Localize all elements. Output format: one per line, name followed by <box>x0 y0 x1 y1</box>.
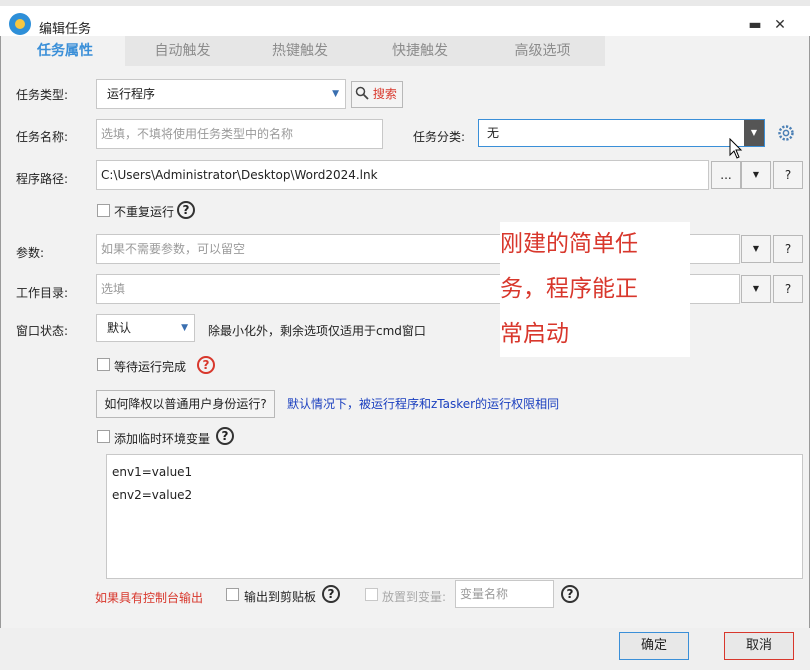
window-state-value: 默认 <box>107 321 132 335</box>
minimize-button[interactable]: ▬ <box>745 16 765 34</box>
task-type-value: 运行程序 <box>107 87 156 101</box>
program-path-label: 程序路径: <box>16 172 69 186</box>
params-placeholder: 如果不需要参数，可以留空 <box>101 242 246 256</box>
task-name-input[interactable]: 选填，不填将使用任务类型中的名称 <box>96 119 383 149</box>
add-env-help-icon[interactable]: ? <box>216 427 234 445</box>
window-state-hint: 除最小化外，剩余选项仅适用于cmd窗口 <box>208 324 426 338</box>
params-dropdown-button[interactable]: ▼ <box>741 235 771 263</box>
category-settings-gear-icon[interactable] <box>776 123 796 143</box>
add-env-checkbox[interactable] <box>97 430 110 443</box>
console-output-label: 如果具有控制台输出 <box>95 591 204 605</box>
wait-finish-help-icon[interactable]: ? <box>197 356 215 374</box>
workdir-dropdown-button[interactable]: ▼ <box>741 275 771 303</box>
add-env-label: 添加临时环境变量 <box>114 432 211 446</box>
annotation-line-2: 务，程序能正 <box>500 276 638 302</box>
task-type-label: 任务类型: <box>16 88 69 102</box>
env-line: env2=value2 <box>112 488 193 502</box>
clipboard-help-icon[interactable]: ? <box>322 585 340 603</box>
params-help-button[interactable]: ? <box>773 235 803 263</box>
workdir-label: 工作目录: <box>16 286 69 300</box>
task-type-select[interactable]: 运行程序 ▼ <box>96 79 346 109</box>
no-repeat-help-icon[interactable]: ? <box>177 201 195 219</box>
task-name-placeholder: 选填，不填将使用任务类型中的名称 <box>101 127 294 141</box>
params-label: 参数: <box>16 246 45 260</box>
clipboard-checkbox[interactable] <box>226 588 239 601</box>
annotation-box: 刚建的简单任 务，程序能正 常启动 <box>500 222 690 357</box>
var-name-input[interactable]: 变量名称 <box>455 580 554 608</box>
window-state-select[interactable]: 默认 ▼ <box>96 314 195 342</box>
browse-button[interactable]: ... <box>711 161 741 189</box>
window-title: 编辑任务 <box>39 22 92 37</box>
to-var-label: 放置到变量: <box>382 590 447 604</box>
path-dropdown-button[interactable]: ▼ <box>741 161 771 189</box>
ok-button[interactable]: 确定 <box>619 632 689 660</box>
annotation-line-1: 刚建的简单任 <box>500 231 638 257</box>
no-repeat-checkbox[interactable] <box>97 204 110 217</box>
annotation-line-3: 常启动 <box>500 321 569 347</box>
window-state-label: 窗口状态: <box>16 324 69 338</box>
search-button[interactable]: 搜索 <box>351 81 403 108</box>
search-label: 搜索 <box>372 87 397 101</box>
chevron-down-icon: ▼ <box>332 89 339 99</box>
env-line: env1=value1 <box>112 465 193 479</box>
close-button[interactable]: ✕ <box>770 16 790 34</box>
tab-quick-trigger[interactable]: 快捷触发 <box>360 36 480 66</box>
var-name-placeholder: 变量名称 <box>460 587 509 601</box>
downgrade-help-button[interactable]: 如何降权以普通用户身份运行? <box>96 390 275 418</box>
clipboard-label: 输出到剪贴板 <box>244 590 317 604</box>
app-logo-icon <box>9 13 31 35</box>
tab-advanced[interactable]: 高级选项 <box>480 36 605 66</box>
workdir-placeholder: 选填 <box>101 282 126 296</box>
to-var-checkbox[interactable] <box>365 588 378 601</box>
wait-finish-label: 等待运行完成 <box>114 360 187 374</box>
task-category-select[interactable]: 无 ▼ <box>478 119 765 147</box>
task-name-label: 任务名称: <box>16 130 69 144</box>
wait-finish-checkbox[interactable] <box>97 358 110 371</box>
title-bar: 编辑任务 ▬ ✕ <box>0 6 810 37</box>
mouse-cursor-icon <box>729 138 743 159</box>
tab-task-properties[interactable]: 任务属性 <box>5 36 125 66</box>
var-help-icon[interactable]: ? <box>561 585 579 603</box>
downgrade-note: 默认情况下，被运行程序和zTasker的运行权限相同 <box>287 397 560 411</box>
workdir-help-button[interactable]: ? <box>773 275 803 303</box>
program-path-input[interactable]: C:\Users\Administrator\Desktop\Word2024.… <box>96 160 709 190</box>
env-textarea[interactable]: env1=value1 env2=value2 <box>106 454 803 579</box>
path-help-button[interactable]: ? <box>773 161 803 189</box>
category-dropdown-button[interactable]: ▼ <box>744 120 764 146</box>
task-category-label: 任务分类: <box>413 130 466 144</box>
cancel-button[interactable]: 取消 <box>724 632 794 660</box>
tab-auto-trigger[interactable]: 自动触发 <box>125 36 240 66</box>
tab-hotkey-trigger[interactable]: 热键触发 <box>240 36 360 66</box>
task-category-value: 无 <box>487 126 500 140</box>
search-icon <box>355 86 369 100</box>
chevron-down-icon: ▼ <box>181 323 188 333</box>
no-repeat-label: 不重复运行 <box>114 205 175 219</box>
